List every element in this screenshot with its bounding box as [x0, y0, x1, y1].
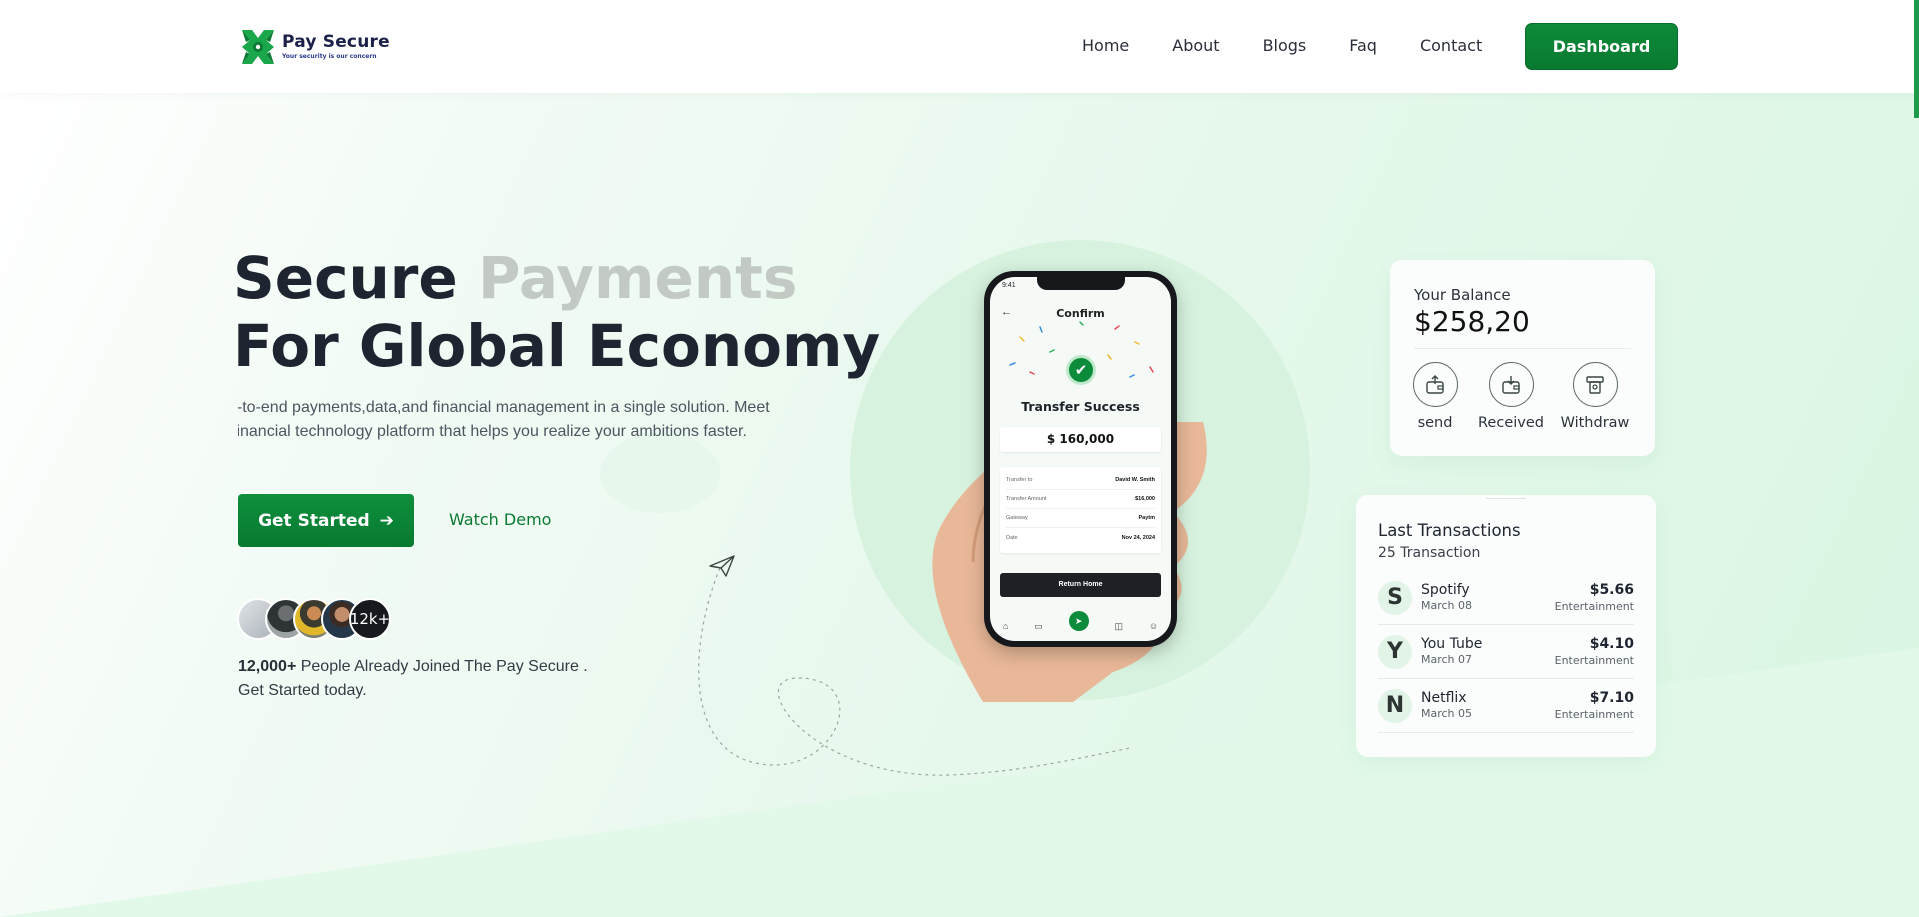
detail-row: Date Nov 24, 2024	[1006, 528, 1155, 547]
hero-desc-line1: d-to-end payments,data,and financial man…	[238, 399, 770, 416]
detail-label: Transfer Amount	[1006, 496, 1047, 502]
transaction-name: Spotify	[1421, 582, 1470, 598]
list-item[interactable]: Y You Tube March 07 $4.10 Entertainment	[1378, 625, 1634, 679]
return-home-button: Return Home	[1000, 573, 1161, 597]
transaction-category: Entertainment	[1554, 654, 1634, 667]
transfer-amount: $ 160,000	[1000, 427, 1161, 452]
transaction-avatar: N	[1378, 688, 1412, 723]
hero-title: Secure Payments For Global Economy	[233, 244, 880, 380]
phone-notch	[1036, 277, 1125, 290]
phone-tabbar: ⌂ ▭ ➤ ◫ ☺	[990, 605, 1171, 641]
nav-about[interactable]: About	[1172, 36, 1219, 56]
get-started-button[interactable]: Get Started ➔	[238, 494, 414, 547]
transactions-list: S Spotify March 08 $5.66 Entertainment Y…	[1378, 571, 1634, 733]
arrow-right-icon: ➔	[379, 510, 394, 531]
balance-label: Your Balance	[1414, 286, 1511, 304]
profile-icon: ☺	[1148, 621, 1159, 631]
home-icon: ⌂	[1002, 621, 1009, 631]
detail-value: $16,000	[1135, 496, 1155, 502]
hero-title-word-secure: Secure	[233, 244, 458, 312]
transfer-details: Transfer to David W. Smith Transfer Amou…	[1000, 467, 1161, 553]
detail-label: Gateway	[1006, 515, 1028, 521]
hero-description: d-to-end payments,data,and financial man…	[238, 396, 798, 444]
hero-title-line2: For Global Economy	[233, 312, 881, 380]
joined-avatars: 12k+	[237, 598, 391, 640]
received-action[interactable]: Received	[1476, 362, 1546, 431]
withdraw-icon	[1572, 362, 1618, 407]
transaction-amount: $5.66	[1589, 582, 1634, 598]
paper-plane-icon	[709, 555, 735, 577]
balance-value: $258,20	[1414, 305, 1530, 338]
send-icon: ➤	[1068, 611, 1089, 631]
withdraw-action[interactable]: Withdraw	[1560, 362, 1630, 431]
detail-row: Gateway Paytm	[1006, 509, 1155, 528]
list-item[interactable]: S Spotify March 08 $5.66 Entertainment	[1378, 571, 1634, 625]
cards-icon: ◫	[1114, 620, 1123, 631]
watch-demo-link[interactable]: Watch Demo	[449, 510, 551, 529]
send-label: send	[1417, 415, 1453, 431]
transaction-name: You Tube	[1421, 636, 1483, 652]
nav-blogs[interactable]: Blogs	[1263, 36, 1307, 56]
detail-label: Transfer to	[1006, 477, 1033, 483]
detail-row: Transfer Amount $16,000	[1006, 490, 1155, 509]
nav-contact[interactable]: Contact	[1420, 36, 1482, 56]
detail-label: Date	[1006, 534, 1018, 541]
scrollbar-thumb[interactable]	[1914, 0, 1919, 118]
joined-message: People Already Joined The Pay Secure .	[300, 658, 588, 675]
get-started-label: Get Started	[258, 510, 370, 531]
withdraw-label: Withdraw	[1560, 415, 1630, 431]
received-label: Received	[1478, 415, 1544, 431]
balance-card: Your Balance $258,20 send Received Withd…	[1390, 260, 1655, 456]
joined-count: 12,000+	[238, 658, 297, 675]
transaction-name: Netflix	[1421, 690, 1467, 706]
dashboard-button[interactable]: Dashboard	[1525, 23, 1678, 70]
transaction-avatar: Y	[1378, 634, 1412, 669]
joined-cta: Get Started today.	[238, 682, 367, 699]
transaction-avatar: S	[1378, 580, 1412, 615]
phone-mockup: 9:41 ← Confirm ✔ Transfer Success $ 160,…	[984, 271, 1177, 647]
hero-desc-line2: financial technology platform that helps…	[238, 423, 747, 440]
transaction-category: Entertainment	[1554, 600, 1634, 613]
transaction-date: March 07	[1421, 653, 1473, 666]
card-handle	[1486, 498, 1526, 499]
nav-faq[interactable]: Faq	[1349, 36, 1377, 56]
transactions-title: Last Transactions	[1378, 521, 1521, 540]
divider	[1414, 348, 1631, 349]
logo[interactable]: Pay Secure Your security is our concern	[238, 28, 390, 66]
detail-value: Nov 24, 2024	[1121, 534, 1155, 541]
logo-mark-icon	[242, 30, 274, 64]
transaction-date: March 05	[1421, 707, 1473, 720]
transaction-amount: $7.10	[1589, 690, 1634, 706]
wallet-icon: ▭	[1034, 620, 1043, 631]
phone-status-time: 9:41	[1002, 282, 1016, 289]
phone-screen: 9:41 ← Confirm ✔ Transfer Success $ 160,…	[990, 277, 1171, 641]
logo-name: Pay Secure	[282, 32, 390, 52]
logo-tagline: Your security is our concern	[282, 53, 377, 60]
detail-value: David W. Smith	[1115, 477, 1155, 483]
transaction-date: March 08	[1421, 599, 1473, 612]
transaction-category: Entertainment	[1554, 708, 1634, 721]
transactions-count: 25 Transaction	[1378, 545, 1481, 561]
main-nav: Home About Blogs Faq Contact	[1082, 36, 1525, 56]
joined-text: 12,000+ People Already Joined The Pay Se…	[238, 655, 588, 703]
site-header: Pay Secure Your security is our concern …	[0, 0, 1919, 93]
detail-value: Paytm	[1138, 515, 1155, 521]
nav-home[interactable]: Home	[1082, 36, 1129, 56]
wallet-send-icon	[1412, 362, 1458, 407]
hero-title-word-payments: Payments	[477, 244, 798, 312]
transfer-success-text: Transfer Success	[1021, 399, 1140, 414]
transactions-card: Last Transactions 25 Transaction S Spoti…	[1356, 495, 1656, 757]
list-item[interactable]: N Netflix March 05 $7.10 Entertainment	[1378, 679, 1634, 733]
wallet-receive-icon	[1488, 362, 1534, 407]
send-action[interactable]: send	[1400, 362, 1470, 431]
transaction-amount: $4.10	[1589, 636, 1634, 652]
detail-row: Transfer to David W. Smith	[1006, 471, 1155, 490]
joined-count-badge: 12k+	[349, 598, 391, 640]
success-check-icon: ✔	[1066, 355, 1096, 385]
